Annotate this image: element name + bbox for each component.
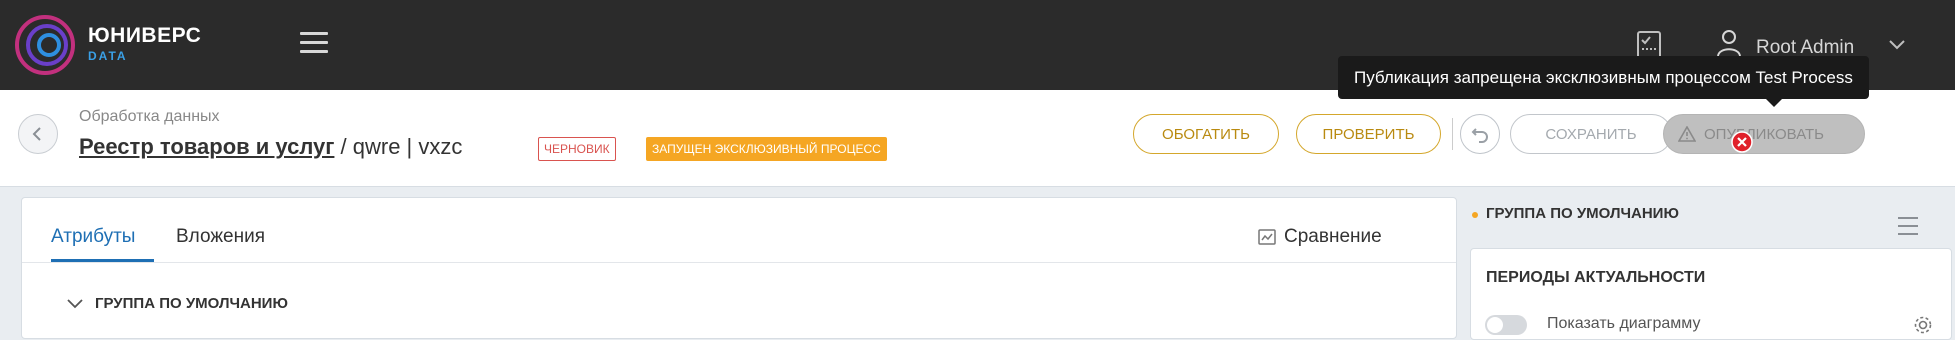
periods-card: ПЕРИОДЫ АКТУАЛЬНОСТИ Показать диаграмму — [1470, 248, 1952, 340]
compare-icon — [1258, 229, 1276, 245]
logo-subtitle: DATA — [88, 49, 128, 63]
universe-logo-icon[interactable] — [14, 14, 76, 76]
side-group-title[interactable]: ГРУППА ПО УМОЛЧАНИЮ — [1486, 205, 1679, 222]
tab-attributes[interactable]: Атрибуты — [51, 226, 135, 248]
chevron-down-icon[interactable] — [1888, 38, 1906, 50]
draft-badge: ЧЕРНОВИК — [538, 137, 616, 161]
check-button[interactable]: ПРОВЕРИТЬ — [1296, 114, 1441, 154]
tab-attachments[interactable]: Вложения — [176, 226, 265, 248]
publish-tooltip: Публикация запрещена эксклюзивным процес… — [1338, 56, 1869, 99]
entity-link[interactable]: Реестр товаров и услуг — [79, 134, 334, 159]
breadcrumb[interactable]: Обработка данных — [79, 108, 220, 126]
tabs-divider — [22, 262, 1456, 263]
error-icon — [1731, 131, 1753, 153]
show-diagram-label: Показать диаграмму — [1547, 315, 1701, 332]
undo-button[interactable] — [1460, 114, 1500, 154]
publish-button[interactable]: ОПУБЛИКОВАТЬ — [1663, 114, 1865, 154]
chevron-down-icon[interactable] — [66, 297, 84, 309]
undo-icon — [1471, 128, 1488, 143]
periods-title: ПЕРИОДЫ АКТУАЛЬНОСТИ — [1486, 269, 1706, 286]
warning-icon — [1678, 126, 1696, 142]
compare-label: Сравнение — [1284, 226, 1382, 247]
toolbar-divider — [1452, 118, 1453, 150]
more-menu-button[interactable] — [1898, 217, 1918, 241]
attributes-card: Атрибуты Вложения Сравнение ГРУППА ПО УМ… — [21, 197, 1457, 339]
group-indicator-dot — [1472, 212, 1478, 218]
chevron-left-icon — [32, 127, 41, 141]
user-icon[interactable] — [1716, 28, 1742, 58]
enrich-button[interactable]: ОБОГАТИТЬ — [1133, 114, 1279, 154]
tooltip-arrow — [1766, 99, 1782, 107]
main-menu-button[interactable] — [300, 32, 328, 56]
back-button[interactable] — [18, 114, 58, 154]
record-header: Обработка данных Реестр товаров и услуг … — [0, 90, 1955, 235]
compare-button[interactable]: Сравнение — [1258, 226, 1382, 248]
publish-button-label: ОПУБЛИКОВАТЬ — [1704, 126, 1825, 143]
save-button[interactable]: СОХРАНИТЬ — [1510, 114, 1672, 154]
logo-title: ЮНИВЕРС — [88, 24, 202, 47]
exclusive-process-badge: ЗАПУЩЕН ЭКСКЛЮЗИВНЫЙ ПРОЦЕСС — [646, 137, 887, 161]
group-title[interactable]: ГРУППА ПО УМОЛЧАНИЮ — [95, 295, 288, 312]
show-diagram-toggle[interactable] — [1485, 315, 1527, 335]
page-title: Реестр товаров и услуг / qwre | vxzc — [79, 134, 462, 160]
record-name: / qwre | vxzc — [334, 134, 463, 159]
gear-icon[interactable] — [1913, 315, 1933, 335]
